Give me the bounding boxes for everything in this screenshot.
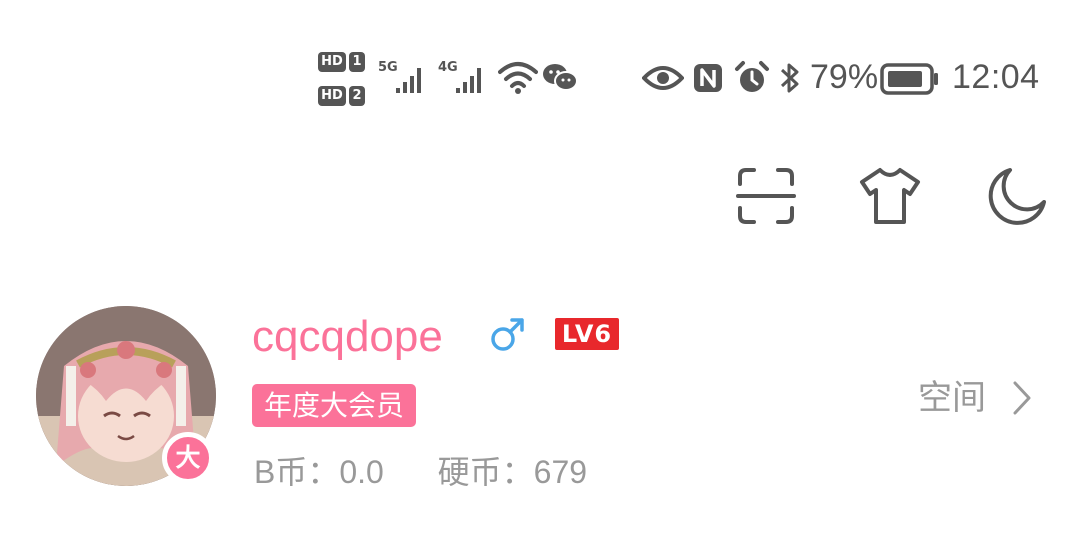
chevron-right-icon bbox=[1013, 381, 1031, 415]
clock-time: 12:04 bbox=[952, 58, 1040, 96]
alarm-icon bbox=[735, 61, 769, 92]
bluetooth-icon bbox=[780, 63, 799, 93]
user-avatar[interactable]: 大 bbox=[36, 306, 216, 486]
nfc-icon bbox=[694, 64, 722, 92]
sim2-hd-indicator: HD 2 bbox=[318, 86, 366, 106]
level-badge[interactable]: LV6 bbox=[555, 318, 619, 350]
coin-value: 679 bbox=[533, 454, 588, 490]
bcoin-value: 0.0 bbox=[339, 454, 384, 490]
eye-icon bbox=[642, 66, 684, 90]
vip-avatar-badge: 大 bbox=[162, 432, 214, 484]
wechat-icon bbox=[543, 64, 578, 91]
scan-button[interactable] bbox=[734, 164, 798, 228]
net-label-4g: 4G bbox=[438, 60, 458, 75]
sim1-hd-indicator: HD 1 bbox=[318, 52, 366, 72]
night-mode-icon bbox=[988, 168, 1046, 225]
signal-bars-icon bbox=[456, 68, 481, 93]
scan-icon bbox=[736, 168, 796, 224]
battery-percent: 79% bbox=[810, 58, 879, 96]
theme-shirt-icon bbox=[860, 168, 920, 224]
wifi-icon bbox=[498, 62, 538, 94]
username[interactable]: cqcqdope bbox=[252, 310, 443, 364]
space-link-label: 空间 bbox=[918, 379, 986, 417]
space-link[interactable]: 空间 bbox=[918, 376, 1031, 420]
signal-bars-icon bbox=[396, 68, 421, 93]
battery-icon bbox=[880, 63, 938, 95]
status-bar: HD 1 HD 2 5G 4G 79% 12:04 bbox=[0, 0, 1080, 130]
coin-stats: B币：0.0 硬币：679 bbox=[254, 452, 587, 492]
annual-vip-tag[interactable]: 年度大会员 bbox=[252, 384, 417, 427]
coin-label: 硬币： bbox=[437, 454, 534, 490]
net-label-5g: 5G bbox=[378, 60, 398, 75]
bcoin-label: B币： bbox=[254, 454, 340, 490]
male-gender-icon bbox=[491, 318, 524, 351]
night-mode-button[interactable] bbox=[984, 164, 1048, 228]
theme-button[interactable] bbox=[858, 164, 922, 228]
